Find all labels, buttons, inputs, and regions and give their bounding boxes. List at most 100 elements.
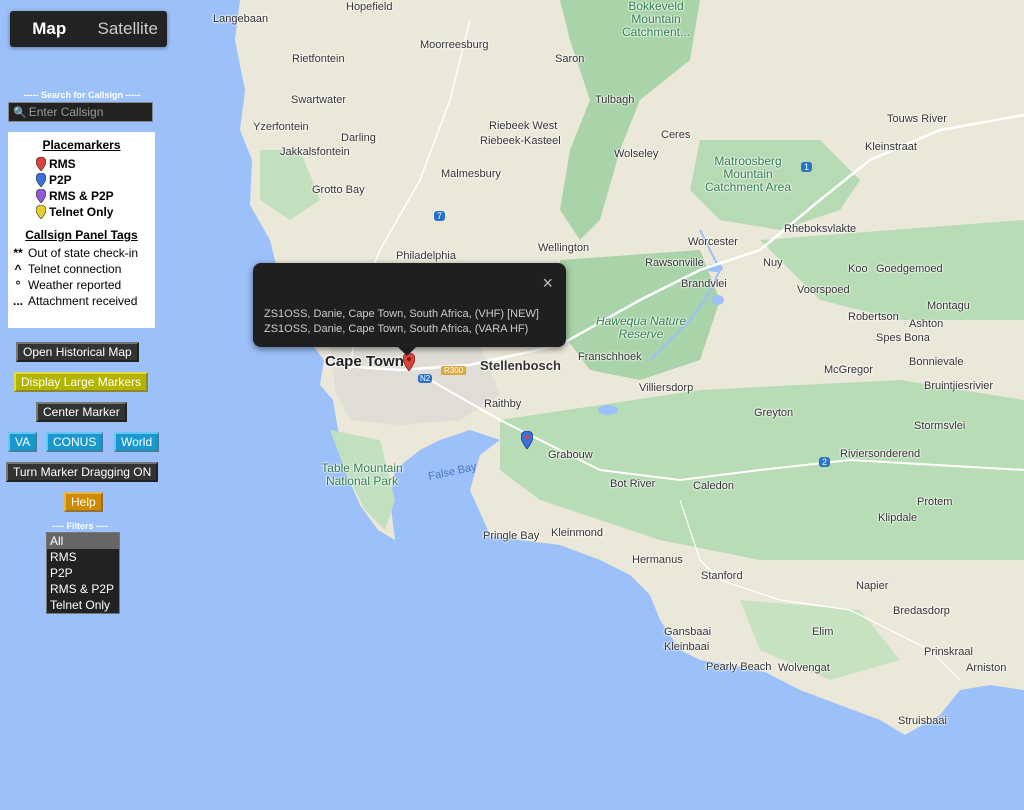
center-marker-button[interactable]: Center Marker: [36, 402, 127, 422]
filter-option-telnet-only[interactable]: Telnet Only: [47, 597, 119, 613]
place-label: Kleinmond: [551, 527, 603, 539]
placemarkers-title: Placemarkers: [42, 138, 121, 152]
place-label: Stellenbosch: [480, 358, 561, 373]
place-label: Bredasdorp: [893, 605, 950, 617]
place-label: Swartwater: [291, 94, 347, 106]
map-type-satellite-button[interactable]: Satellite: [89, 11, 168, 47]
place-label: Gansbaai: [664, 626, 712, 638]
place-label: Caledon: [693, 480, 734, 492]
place-label: Riebeek West: [489, 120, 558, 132]
close-icon[interactable]: ×: [542, 273, 553, 294]
conus-button[interactable]: CONUS: [46, 432, 104, 452]
place-label: Wolvengat: [778, 662, 830, 674]
search-box: 🔍: [8, 102, 153, 122]
route-shield: R300: [441, 366, 467, 375]
place-label: Langebaan: [213, 13, 269, 25]
search-panel: ----- Search for Callsign ----- 🔍: [8, 90, 156, 122]
place-label: Bot River: [610, 478, 656, 490]
display-large-markers-button[interactable]: Display Large Markers: [14, 372, 149, 392]
info-line: ZS1OSS, Danie, Cape Town, South Africa, …: [264, 323, 529, 335]
map-type-control: Map Satellite: [10, 11, 167, 47]
legend-panel: Placemarkers RMS P2P RMS & P2P Telnet On…: [8, 132, 155, 328]
place-label: Franschhoek: [578, 351, 642, 363]
place-label: Ashton: [909, 318, 944, 330]
tag-item: ** Out of state check-in: [8, 246, 155, 262]
place-label: Stormsvlei: [914, 420, 966, 432]
place-label: Jakkalsfontein: [280, 146, 350, 158]
legend-item-telnet: Telnet Only: [36, 204, 155, 220]
legend-item-rms: RMS: [36, 156, 155, 172]
place-label: Hopefield: [346, 1, 393, 13]
callsign-search-input[interactable]: [26, 104, 149, 120]
tag-symbol: **: [13, 246, 23, 260]
place-label: Brandvlei: [681, 278, 727, 290]
map-marker-p2p[interactable]: [521, 431, 533, 449]
place-label: Spes Bona: [876, 332, 930, 344]
place-label: Struisbaai: [898, 715, 947, 727]
place-label: Kleinstraat: [865, 141, 917, 153]
place-label: Grabouw: [548, 449, 593, 461]
blue-pin-icon: [36, 173, 46, 187]
route-shield: N2: [418, 374, 433, 383]
place-label: Saron: [555, 53, 585, 65]
route-shield: 2: [819, 457, 831, 467]
place-label: Tulbagh: [595, 94, 635, 106]
tag-item: ... Attachment received: [8, 294, 155, 310]
place-label: Touws River: [887, 113, 947, 125]
tag-item: ° Weather reported: [8, 278, 155, 294]
place-label: Koo: [848, 263, 868, 275]
place-label: Philadelphia: [396, 250, 456, 262]
place-label: Stanford: [701, 570, 743, 582]
tag-label: Weather reported: [28, 278, 122, 292]
tag-item: ^ Telnet connection: [8, 262, 155, 278]
place-label: Rawsonville: [645, 257, 704, 269]
place-label: Protem: [917, 496, 953, 508]
yellow-pin-icon: [36, 205, 46, 219]
info-line: ZS1OSS, Danie, Cape Town, South Africa, …: [264, 308, 539, 320]
filter-option-rms[interactable]: RMS: [47, 549, 119, 565]
place-label: Rietfontein: [292, 53, 345, 65]
place-label: Darling: [341, 132, 376, 144]
legend-item-p2p: P2P: [36, 172, 155, 188]
place-label: Greyton: [754, 407, 794, 419]
place-label: Hermanus: [632, 554, 683, 566]
place-label: Ceres: [661, 129, 691, 141]
help-button[interactable]: Help: [64, 492, 103, 512]
legend-item-rms-p2p: RMS & P2P: [36, 188, 155, 204]
red-pin-icon: [36, 157, 46, 171]
filters-heading: ---- Filters ----: [52, 521, 108, 531]
marker-dragging-button[interactable]: Turn Marker Dragging ON: [6, 462, 159, 482]
place-label: Malmesbury: [441, 168, 501, 180]
park-label: Bokkeveld Mountain Catchment...: [621, 0, 691, 39]
route-shield: 1: [801, 162, 813, 172]
place-label: Rheboksvlakte: [784, 223, 857, 235]
place-label: Bonnievale: [909, 356, 964, 368]
place-label: Wellington: [538, 242, 590, 254]
place-label: Villiersdorp: [639, 382, 694, 394]
filters-list[interactable]: All RMS P2P RMS & P2P Telnet Only: [46, 532, 120, 614]
place-label: Robertson: [848, 311, 899, 323]
filter-option-all[interactable]: All: [47, 533, 119, 549]
tag-symbol: °: [15, 278, 21, 292]
map-type-map-button[interactable]: Map: [10, 11, 89, 47]
filter-option-p2p[interactable]: P2P: [47, 565, 119, 581]
world-button[interactable]: World: [114, 432, 160, 452]
place-label: Pringle Bay: [483, 530, 540, 542]
place-label: Wolseley: [614, 148, 659, 160]
place-label: Yzerfontein: [253, 121, 309, 133]
tag-label: Attachment received: [28, 294, 138, 308]
legend-label: P2P: [49, 173, 72, 187]
filter-option-rms-p2p[interactable]: RMS & P2P: [47, 581, 119, 597]
place-label: Moorreesburg: [420, 39, 489, 51]
tag-label: Telnet connection: [28, 262, 122, 276]
place-label: Arniston: [966, 662, 1007, 674]
va-button[interactable]: VA: [8, 432, 38, 452]
open-historical-map-button[interactable]: Open Historical Map: [16, 342, 139, 362]
legend-label: Telnet Only: [49, 205, 114, 219]
place-label: Nuy: [763, 257, 783, 269]
search-icon: 🔍: [13, 106, 27, 119]
park-label: Matroosberg Mountain Catchment Area: [704, 154, 792, 194]
info-window-pointer: [398, 347, 416, 356]
park-label: Hawequa Nature Reserve: [595, 314, 687, 341]
place-label: Montagu: [927, 300, 970, 312]
